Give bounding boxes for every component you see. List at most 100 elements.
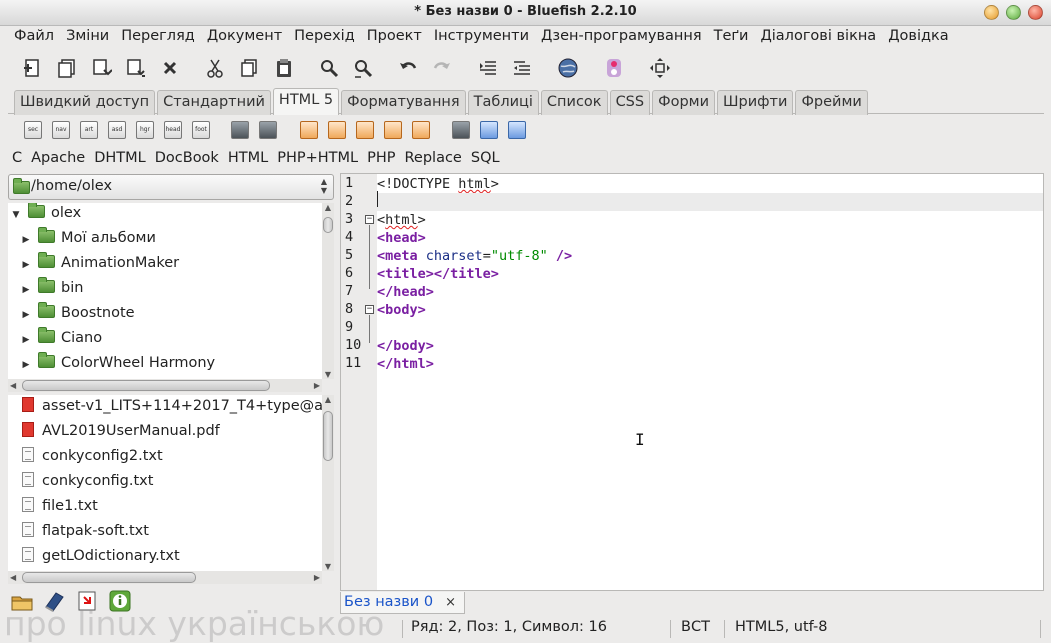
tab-tables[interactable]: Таблиці	[467, 90, 539, 115]
snippet-dhtml[interactable]: DHTML	[94, 150, 146, 170]
figure-tag-icon[interactable]	[231, 121, 249, 139]
save-icon[interactable]	[89, 56, 113, 80]
code-line[interactable]: <head>	[377, 229, 1043, 247]
list-item[interactable]: AVL2019UserManual.pdf	[8, 422, 220, 447]
scrollbar-thumb[interactable]	[22, 380, 270, 391]
video-tag-icon[interactable]	[508, 121, 526, 139]
list-item[interactable]: getLOdictionary.txt	[8, 547, 180, 571]
menu-project[interactable]: Проект	[361, 26, 428, 50]
header-tag-icon[interactable]: head	[164, 121, 182, 139]
rt-tag-icon[interactable]	[384, 121, 402, 139]
paste-icon[interactable]	[272, 56, 296, 80]
scroll-down-icon[interactable]: ▼	[322, 370, 334, 379]
code-line[interactable]	[377, 319, 1043, 337]
current-code-line[interactable]	[377, 193, 1043, 211]
hgroup-tag-icon[interactable]: hgr	[136, 121, 154, 139]
code-line[interactable]: <meta charset="utf-8" />	[377, 247, 1043, 265]
code-area[interactable]: <!DOCTYPE html> <html> <head> <meta charset…	[377, 174, 1043, 590]
scroll-right-icon[interactable]: ▶	[314, 379, 320, 392]
aside-tag-icon[interactable]: asd	[108, 121, 126, 139]
search-icon[interactable]	[317, 56, 341, 80]
code-line[interactable]: </head>	[377, 283, 1043, 301]
tree-vertical-scrollbar[interactable]: ▲ ▼	[322, 203, 334, 379]
tab-css[interactable]: CSS	[609, 90, 651, 115]
scrollbar-thumb[interactable]	[323, 217, 333, 233]
menu-document[interactable]: Документ	[201, 26, 288, 50]
tab-fonts[interactable]: Шрифти	[717, 90, 794, 115]
snippet-php-html[interactable]: PHP+HTML	[277, 150, 358, 170]
snippet-apache[interactable]: Apache	[31, 150, 85, 170]
document-encoding[interactable]: HTML5, utf-8	[735, 618, 827, 640]
ruby-tag-icon[interactable]	[328, 121, 346, 139]
tab-frames[interactable]: Фрейми	[795, 90, 868, 115]
search-replace-icon[interactable]	[351, 56, 375, 80]
rp-tag-icon[interactable]	[356, 121, 374, 139]
expander-down-icon[interactable]: ▼	[10, 210, 22, 220]
code-line[interactable]: <title></title>	[377, 265, 1043, 283]
scroll-left-icon[interactable]: ◀	[10, 379, 16, 392]
code-line[interactable]: </html>	[377, 355, 1043, 373]
path-combo[interactable]: /home/olex ▲ ▼	[8, 174, 334, 200]
minimize-button[interactable]	[984, 5, 999, 20]
footer-tag-icon[interactable]: foot	[192, 121, 210, 139]
nav-tag-icon[interactable]: nav	[52, 121, 70, 139]
scroll-up-icon[interactable]: ▲	[322, 395, 334, 404]
scroll-up-icon[interactable]: ▲	[322, 203, 334, 212]
scrollbar-thumb[interactable]	[323, 411, 333, 461]
scrollbar-thumb[interactable]	[22, 572, 196, 583]
audio-tag-icon[interactable]	[480, 121, 498, 139]
expander-right-icon[interactable]: ▶	[20, 285, 32, 295]
list-item[interactable]: flatpak-soft.txt	[8, 522, 149, 547]
expander-right-icon[interactable]: ▶	[20, 360, 32, 370]
undo-icon[interactable]	[396, 56, 420, 80]
new-file-icon[interactable]	[20, 56, 44, 80]
tree-horizontal-scrollbar[interactable]: ◀ ▶	[8, 379, 322, 392]
list-item[interactable]: conkyconfig.txt	[8, 472, 153, 497]
files-horizontal-scrollbar[interactable]: ◀ ▶	[8, 571, 322, 584]
insert-mode[interactable]: ВСТ	[681, 618, 710, 640]
tab-forms[interactable]: Форми	[652, 90, 716, 115]
code-line[interactable]: </body>	[377, 337, 1043, 355]
snippet-c[interactable]: C	[12, 150, 22, 170]
menu-view[interactable]: Перегляд	[115, 26, 201, 50]
close-tab-icon[interactable]: ×	[445, 595, 456, 610]
menu-tools[interactable]: Інструменти	[428, 26, 535, 50]
mark-tag-icon[interactable]	[300, 121, 318, 139]
code-line[interactable]: <!DOCTYPE html>	[377, 175, 1043, 193]
menu-zencoding[interactable]: Дзен-програмування	[535, 26, 708, 50]
fold-toggle-icon[interactable]: −	[365, 215, 374, 224]
scroll-left-icon[interactable]: ◀	[10, 571, 16, 584]
snippet-sql[interactable]: SQL	[471, 150, 500, 170]
toggle-icon[interactable]	[602, 56, 626, 80]
snippet-php[interactable]: PHP	[367, 150, 395, 170]
snippet-docbook[interactable]: DocBook	[155, 150, 219, 170]
list-item[interactable]: file1.txt	[8, 497, 98, 522]
menu-tags[interactable]: Теґи	[708, 26, 755, 50]
menu-edit[interactable]: Зміни	[60, 26, 115, 50]
close-icon[interactable]	[158, 56, 182, 80]
indent-icon[interactable]	[510, 56, 534, 80]
copy-icon[interactable]	[237, 56, 261, 80]
snippet-replace[interactable]: Replace	[405, 150, 462, 170]
unindent-icon[interactable]	[476, 56, 500, 80]
expander-right-icon[interactable]: ▶	[20, 335, 32, 345]
section-tag-icon[interactable]: sec	[24, 121, 42, 139]
menu-go[interactable]: Перехід	[288, 26, 361, 50]
tab-list[interactable]: Список	[540, 90, 608, 115]
code-line[interactable]: <html>	[377, 211, 1043, 229]
save-as-icon[interactable]	[123, 56, 147, 80]
tree-item[interactable]: ▶ ColorWheel Harmony	[20, 352, 215, 379]
fold-toggle-icon[interactable]: −	[365, 305, 374, 314]
new-window-icon[interactable]	[55, 56, 79, 80]
tree-item[interactable]: ▶ bin	[20, 277, 83, 305]
files-vertical-scrollbar[interactable]: ▲ ▼	[322, 395, 334, 571]
list-item[interactable]: asset-v1_LITS+114+2017_T4+type@a	[8, 397, 322, 422]
tab-html5[interactable]: HTML 5	[272, 88, 340, 115]
snippet-html[interactable]: HTML	[228, 150, 268, 170]
video-frame-icon[interactable]	[259, 121, 277, 139]
close-window-button[interactable]	[1028, 5, 1043, 20]
expander-right-icon[interactable]: ▶	[20, 310, 32, 320]
menu-help[interactable]: Довідка	[882, 26, 954, 50]
expander-right-icon[interactable]: ▶	[20, 260, 32, 270]
tab-quickbar[interactable]: Швидкий доступ	[14, 90, 156, 115]
